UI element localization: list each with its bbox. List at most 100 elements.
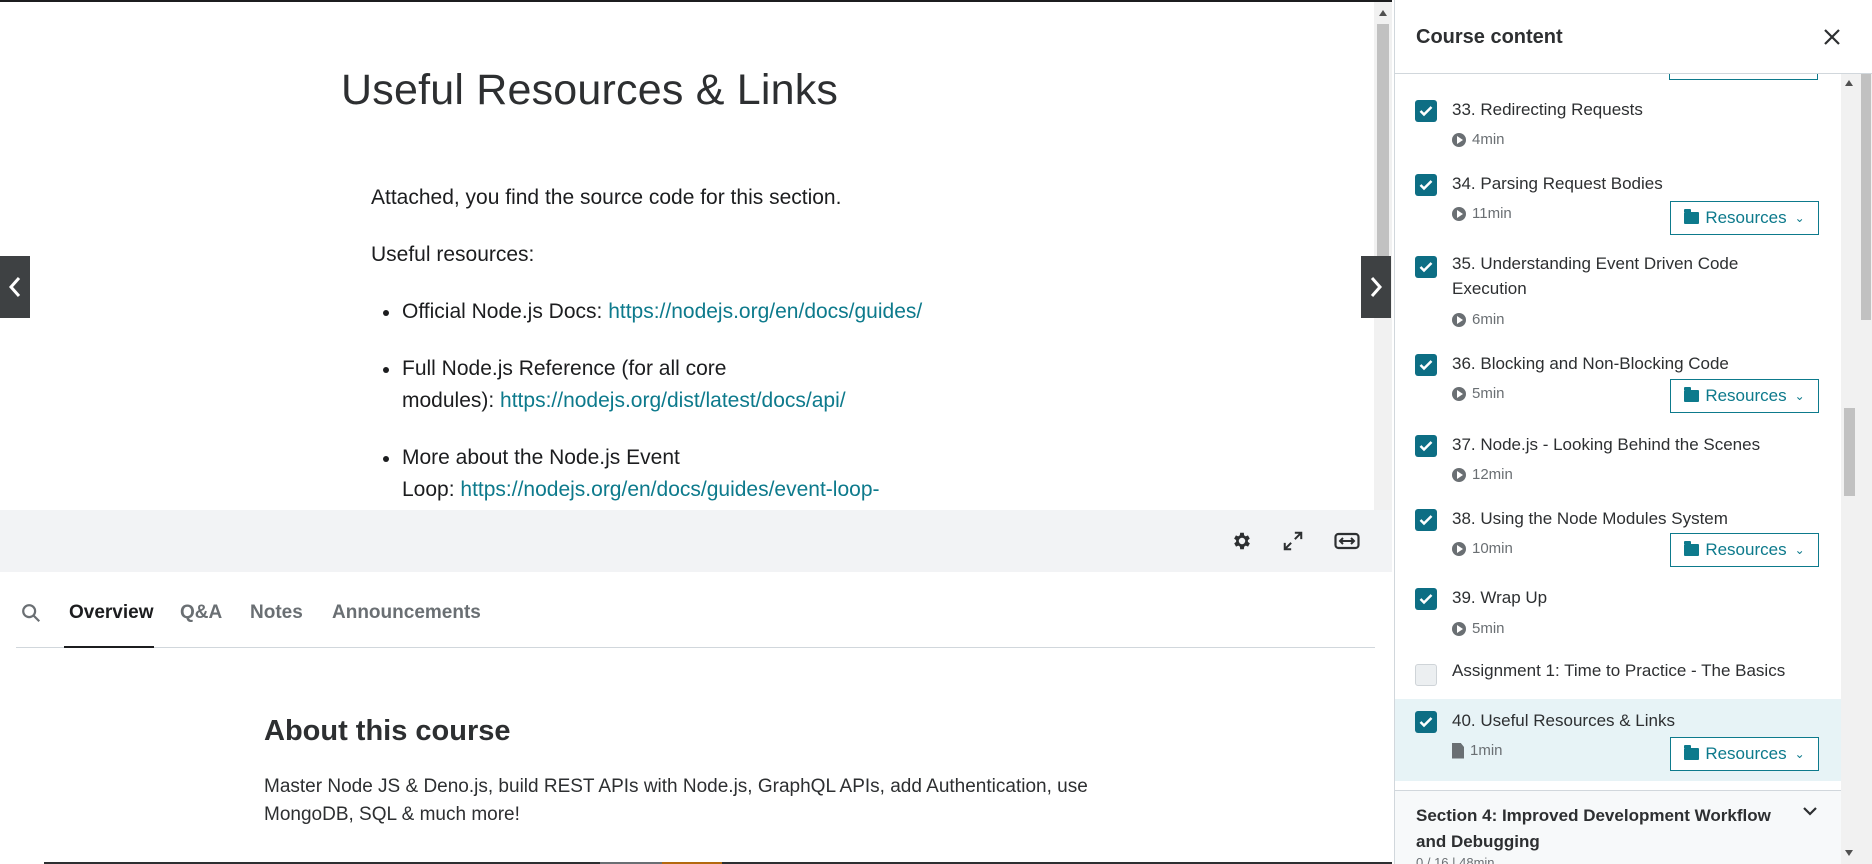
play-icon (1452, 541, 1466, 556)
sidebar-title: Course content (1416, 26, 1563, 48)
active-tab-indicator (64, 646, 154, 648)
lecture-duration: 12min (1452, 466, 1513, 483)
tab-announcements[interactable]: Announcements (332, 602, 481, 624)
chevron-down-icon: ⌄ (1794, 211, 1805, 225)
lecture-viewer: Useful Resources & Links Attached, you f… (0, 0, 1392, 864)
assignment-item[interactable]: Assignment 1: Time to Practice - The Bas… (1395, 652, 1841, 694)
event-loop-link[interactable]: https://nodejs.org/en/docs/guides/event-… (460, 478, 879, 501)
scroll-up-arrow-icon[interactable] (1845, 80, 1853, 86)
close-icon (1824, 29, 1840, 45)
play-icon (1452, 386, 1466, 401)
lecture-item[interactable]: 37. Node.js - Looking Behind the Scenes … (1395, 425, 1841, 491)
scroll-up-arrow-icon[interactable] (1379, 10, 1387, 16)
section-title: Section 4: Improved Development Workflow… (1416, 806, 1771, 851)
previous-lecture-button[interactable] (0, 256, 30, 318)
player-control-bar (0, 510, 1392, 572)
sidebar-scrollbar[interactable] (1841, 74, 1858, 864)
tab-qa[interactable]: Q&A (180, 602, 222, 624)
node-api-reference-link[interactable]: https://nodejs.org/dist/latest/docs/api/ (500, 389, 846, 412)
resources-button[interactable]: Resources ⌄ (1670, 201, 1819, 235)
lecture-item[interactable]: 34. Parsing Request Bodies 11min Resourc… (1395, 164, 1841, 238)
lecture-duration: 11min (1452, 205, 1512, 222)
link-prefix: Official Node.js Docs: (402, 300, 609, 323)
resources-button[interactable]: Resources ⌄ (1670, 379, 1819, 413)
resources-label: Useful resources: (371, 243, 535, 266)
lecture-duration: 6min (1452, 311, 1505, 328)
node-docs-link[interactable]: https://nodejs.org/en/docs/guides/ (608, 300, 922, 323)
lecture-duration: 5min (1452, 385, 1505, 402)
lecture-item[interactable]: 36. Blocking and Non-Blocking Code 5min … (1395, 344, 1841, 418)
tab-overview[interactable]: Overview (69, 602, 154, 624)
scrollbar-thumb[interactable] (1377, 24, 1389, 264)
course-tabs: Overview Q&A Notes Announcements (16, 592, 1375, 648)
link-prefix: More about the Node.js Event (402, 446, 680, 469)
duration-text: 5min (1472, 620, 1505, 637)
expanded-view-icon (1334, 532, 1360, 550)
completed-checkbox[interactable] (1415, 588, 1437, 610)
section-toggle-button[interactable] (1800, 801, 1824, 825)
article-intro: Attached, you find the source code for t… (371, 186, 842, 209)
chevron-left-icon (8, 277, 21, 297)
chevron-down-icon: ⌄ (1794, 389, 1805, 403)
lecture-title: 33. Redirecting Requests (1452, 100, 1643, 119)
lecture-title: 37. Node.js - Looking Behind the Scenes (1452, 435, 1761, 454)
completed-checkbox[interactable] (1415, 100, 1437, 122)
folder-icon (1684, 745, 1700, 760)
close-sidebar-button[interactable] (1817, 22, 1847, 52)
chevron-down-icon: ⌄ (1794, 747, 1805, 761)
folder-icon (1684, 541, 1700, 556)
play-icon (1452, 621, 1466, 636)
lecture-duration: 5min (1452, 620, 1505, 637)
fullscreen-button[interactable] (1280, 528, 1306, 554)
expanded-view-button[interactable] (1332, 528, 1362, 554)
scrollbar-thumb[interactable] (1844, 408, 1855, 496)
list-item: Full Node.js Reference (for all core mod… (371, 353, 1071, 417)
next-lecture-button[interactable] (1361, 256, 1391, 318)
completed-checkbox[interactable] (1415, 509, 1437, 531)
search-button[interactable] (20, 602, 46, 628)
completed-checkbox[interactable] (1415, 256, 1437, 278)
resources-button[interactable]: Resources ⌄ (1670, 737, 1819, 771)
lecture-item[interactable]: 38. Using the Node Modules System 10min … (1395, 499, 1841, 573)
folder-icon (1684, 209, 1700, 224)
article-body: Attached, you find the source code for t… (371, 182, 1071, 510)
lecture-item-current[interactable]: 40. Useful Resources & Links 1min Resour… (1395, 699, 1841, 781)
assignment-title: Assignment 1: Time to Practice - The Bas… (1452, 661, 1786, 680)
completed-checkbox[interactable] (1415, 711, 1437, 733)
play-icon (1452, 312, 1466, 327)
checkmark-icon (1419, 594, 1433, 605)
play-icon (1452, 206, 1466, 221)
completed-checkbox[interactable] (1415, 435, 1437, 457)
checkmark-icon (1419, 360, 1433, 371)
checkmark-icon (1419, 106, 1433, 117)
lecture-item[interactable]: 39. Wrap Up 5min (1395, 580, 1841, 646)
duration-text: 6min (1472, 311, 1505, 328)
settings-button[interactable] (1229, 528, 1255, 554)
chevron-down-icon (1803, 807, 1817, 816)
page-scrollbar[interactable] (1858, 0, 1872, 864)
lecture-title: 34. Parsing Request Bodies (1452, 174, 1663, 193)
scroll-down-arrow-icon[interactable] (1845, 850, 1853, 856)
incomplete-checkbox[interactable] (1415, 664, 1437, 686)
completed-checkbox[interactable] (1415, 174, 1437, 196)
completed-checkbox[interactable] (1415, 354, 1437, 376)
link-prefix: Loop: (402, 478, 461, 501)
resources-label: Resources (1705, 540, 1787, 559)
lecture-item[interactable]: 33. Redirecting Requests 4min (1395, 90, 1841, 156)
tab-notes[interactable]: Notes (250, 602, 303, 624)
lecture-item[interactable]: 35. Understanding Event Driven Code Exec… (1395, 246, 1841, 336)
lecture-title: 35. Understanding Event Driven Code Exec… (1452, 254, 1739, 298)
lecture-duration: 1min (1452, 742, 1503, 759)
lecture-title: 40. Useful Resources & Links (1452, 711, 1675, 730)
resources-button[interactable]: Resources ⌄ (1670, 533, 1819, 567)
section-meta: 0 / 16 | 48min (1416, 855, 1495, 864)
list-item: More about the Node.js Event Loop: https… (371, 442, 1071, 506)
article-content: Useful Resources & Links Attached, you f… (0, 2, 1374, 510)
section-header[interactable]: Section 4: Improved Development Workflow… (1395, 790, 1841, 864)
expand-icon (1283, 531, 1303, 551)
lecture-duration: 10min (1452, 540, 1513, 557)
duration-text: 4min (1472, 131, 1505, 148)
course-content-sidebar: Course content 33. Redirecting Requests … (1394, 0, 1872, 864)
duration-text: 12min (1472, 466, 1513, 483)
resources-label: Resources (1705, 744, 1787, 763)
